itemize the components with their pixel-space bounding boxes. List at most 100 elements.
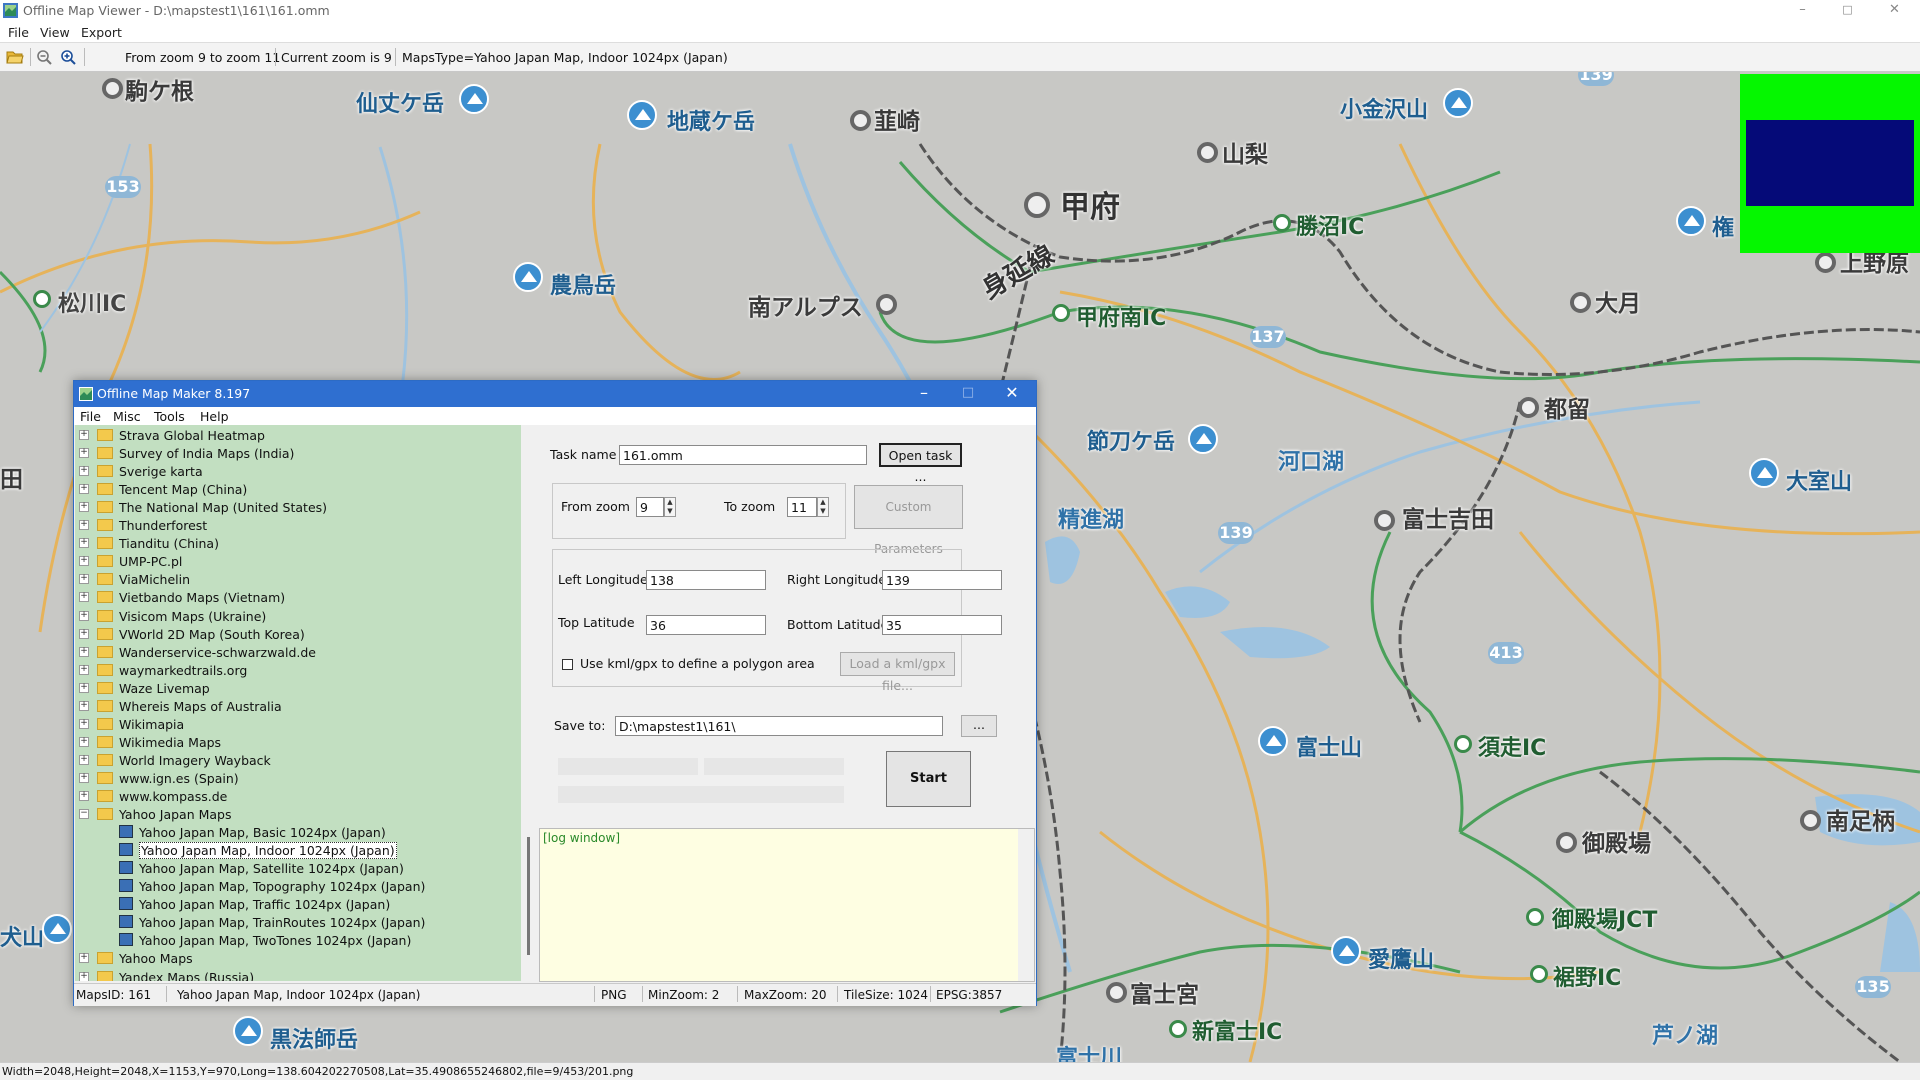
tree-folder-item[interactable]: + www.ign.es (Spain) — [75, 769, 521, 787]
to-zoom-spinner[interactable]: ▲ ▼ — [817, 497, 829, 517]
menu-view[interactable]: View — [40, 25, 70, 40]
right-longitude-input[interactable]: 139 — [882, 570, 1002, 590]
maximize-button[interactable]: □ — [1825, 0, 1870, 22]
tree-folder-item[interactable]: + Yahoo Maps — [75, 949, 521, 967]
expand-icon[interactable]: + — [79, 953, 89, 964]
expand-icon[interactable]: + — [79, 430, 89, 440]
task-name-input[interactable]: 161.omm — [619, 445, 867, 465]
zoom-out-icon[interactable] — [36, 49, 54, 65]
expand-icon[interactable]: + — [79, 610, 89, 621]
tree-map-item[interactable]: Yahoo Japan Map, Traffic 1024px (Japan) — [75, 895, 521, 913]
browse-folder-button[interactable]: ... — [961, 715, 997, 737]
expand-icon[interactable]: + — [79, 502, 89, 513]
tree-folder-item[interactable]: + Vietbando Maps (Vietnam) — [75, 588, 521, 606]
expand-icon[interactable]: + — [79, 520, 89, 531]
save-to-input[interactable]: D:\mapstest1\161\ — [615, 716, 943, 736]
tree-folder-item[interactable]: + Visicom Maps (Ukraine) — [75, 607, 521, 625]
tree-folder-item[interactable]: + Wanderservice-schwarzwald.de — [75, 643, 521, 661]
collapse-icon[interactable]: − — [79, 809, 89, 820]
tree-item-label: Whereis Maps of Australia — [119, 698, 282, 714]
expand-icon[interactable]: + — [79, 448, 89, 459]
expand-icon[interactable]: + — [79, 484, 89, 495]
tree-folder-item[interactable]: − Yahoo Japan Maps — [75, 805, 521, 823]
expand-icon[interactable]: + — [79, 592, 89, 603]
left-longitude-input[interactable]: 138 — [646, 570, 766, 590]
tree-folder-item[interactable]: + waymarkedtrails.org — [75, 661, 521, 679]
expand-icon[interactable]: + — [79, 718, 89, 729]
menu-file[interactable]: File — [8, 25, 29, 40]
tree-folder-item[interactable]: + Sverige karta — [75, 462, 521, 480]
expand-icon[interactable]: + — [79, 538, 89, 549]
map-label: 甲府南IC — [1076, 306, 1167, 331]
log-scrollbar[interactable] — [1018, 829, 1034, 981]
tree-folder-item[interactable]: + The National Map (United States) — [75, 498, 521, 516]
open-task-button[interactable]: Open task ... — [879, 443, 962, 484]
tree-folder-item[interactable]: + ViaMichelin — [75, 570, 521, 588]
load-kml-button[interactable]: Load a kml/gpx file... — [840, 652, 955, 693]
tree-folder-item[interactable]: + Whereis Maps of Australia — [75, 697, 521, 715]
tree-folder-item[interactable]: + Thunderforest — [75, 516, 521, 534]
tree-folder-item[interactable]: + Strava Global Heatmap — [75, 426, 521, 444]
dialog-menu-help[interactable]: Help — [200, 409, 229, 424]
tree-map-item[interactable]: Yahoo Japan Map, TrainRoutes 1024px (Jap… — [75, 913, 521, 931]
tree-folder-item[interactable]: + Tencent Map (China) — [75, 480, 521, 498]
tree-folder-item[interactable]: + World Imagery Wayback — [75, 751, 521, 769]
to-zoom-input[interactable]: 11 — [787, 497, 817, 517]
map-label: 河口湖 — [1278, 450, 1345, 475]
tree-folder-item[interactable]: + UMP-PC.pl — [75, 552, 521, 570]
expand-icon[interactable]: + — [79, 466, 89, 477]
dialog-menu-tools[interactable]: Tools — [154, 409, 185, 424]
dialog-menu-misc[interactable]: Misc — [113, 409, 141, 424]
status-maps-name: Yahoo Japan Map, Indoor 1024px (Japan) — [177, 988, 421, 1002]
custom-parameters-button[interactable]: Custom Parameters — [854, 485, 963, 556]
expand-icon[interactable]: + — [79, 772, 89, 783]
zoom-in-icon[interactable] — [60, 49, 78, 65]
dialog-maximize-button[interactable]: □ — [948, 383, 988, 403]
tree-map-item[interactable]: Yahoo Japan Map, Indoor 1024px (Japan) — [75, 841, 521, 860]
expand-icon[interactable]: + — [79, 628, 89, 639]
tree-folder-item[interactable]: + Survey of India Maps (India) — [75, 444, 521, 462]
close-button[interactable]: ✕ — [1872, 0, 1917, 22]
expand-icon[interactable]: + — [79, 574, 89, 585]
tree-map-item[interactable]: Yahoo Japan Map, TwoTones 1024px (Japan) — [75, 931, 521, 949]
expand-icon[interactable]: + — [79, 664, 89, 675]
overview-viewport[interactable] — [1746, 120, 1914, 206]
scrollbar-thumb[interactable] — [527, 837, 530, 955]
minimize-button[interactable]: – — [1780, 0, 1825, 22]
expand-icon[interactable]: + — [79, 556, 89, 567]
tree-map-item[interactable]: Yahoo Japan Map, Satellite 1024px (Japan… — [75, 859, 521, 877]
map-source-tree[interactable]: + Strava Global Heatmap + Survey of India M… — [75, 425, 521, 981]
tree-folder-item[interactable]: + Yandex Maps (Russia) — [75, 968, 521, 981]
top-latitude-input[interactable]: 36 — [646, 615, 766, 635]
dialog-title: Offline Map Maker 8.197 — [97, 386, 251, 401]
overview-minimap[interactable] — [1740, 74, 1920, 253]
dialog-minimize-button[interactable]: – — [904, 383, 944, 403]
dialog-close-button[interactable]: ✕ — [992, 383, 1032, 403]
expand-icon[interactable]: + — [79, 791, 89, 801]
tree-scrollbar[interactable] — [521, 425, 537, 981]
expand-icon[interactable]: + — [79, 971, 89, 981]
expand-icon[interactable]: + — [79, 682, 89, 693]
tree-folder-item[interactable]: + VWorld 2D Map (South Korea) — [75, 625, 521, 643]
expand-icon[interactable]: + — [79, 736, 89, 747]
expand-icon[interactable]: + — [79, 646, 89, 657]
tree-folder-item[interactable]: + Wikimapia — [75, 715, 521, 733]
tree-folder-item[interactable]: + Tianditu (China) — [75, 534, 521, 552]
tree-map-item[interactable]: Yahoo Japan Map, Basic 1024px (Japan) — [75, 823, 521, 841]
tree-folder-item[interactable]: + www.kompass.de — [75, 787, 521, 805]
kml-checkbox[interactable] — [562, 659, 573, 670]
expand-icon[interactable]: + — [79, 754, 89, 765]
open-folder-icon[interactable] — [6, 49, 24, 65]
bottom-latitude-input[interactable]: 35 — [882, 615, 1002, 635]
from-zoom-spinner[interactable]: ▲ ▼ — [664, 497, 676, 517]
dialog-menu-file[interactable]: File — [80, 409, 101, 424]
tree-folder-item[interactable]: + Wikimedia Maps — [75, 733, 521, 751]
expand-icon[interactable]: + — [79, 700, 89, 711]
tree-map-item[interactable]: Yahoo Japan Map, Topography 1024px (Japa… — [75, 877, 521, 895]
from-zoom-input[interactable]: 9 — [636, 497, 664, 517]
menu-export[interactable]: Export — [81, 25, 122, 40]
log-window[interactable]: [log window] — [539, 828, 1035, 982]
status-bar: Width=2048,Height=2048,X=1153,Y=970,Long… — [0, 1062, 1920, 1080]
tree-folder-item[interactable]: + Waze Livemap — [75, 679, 521, 697]
start-button[interactable]: Start — [886, 751, 971, 807]
